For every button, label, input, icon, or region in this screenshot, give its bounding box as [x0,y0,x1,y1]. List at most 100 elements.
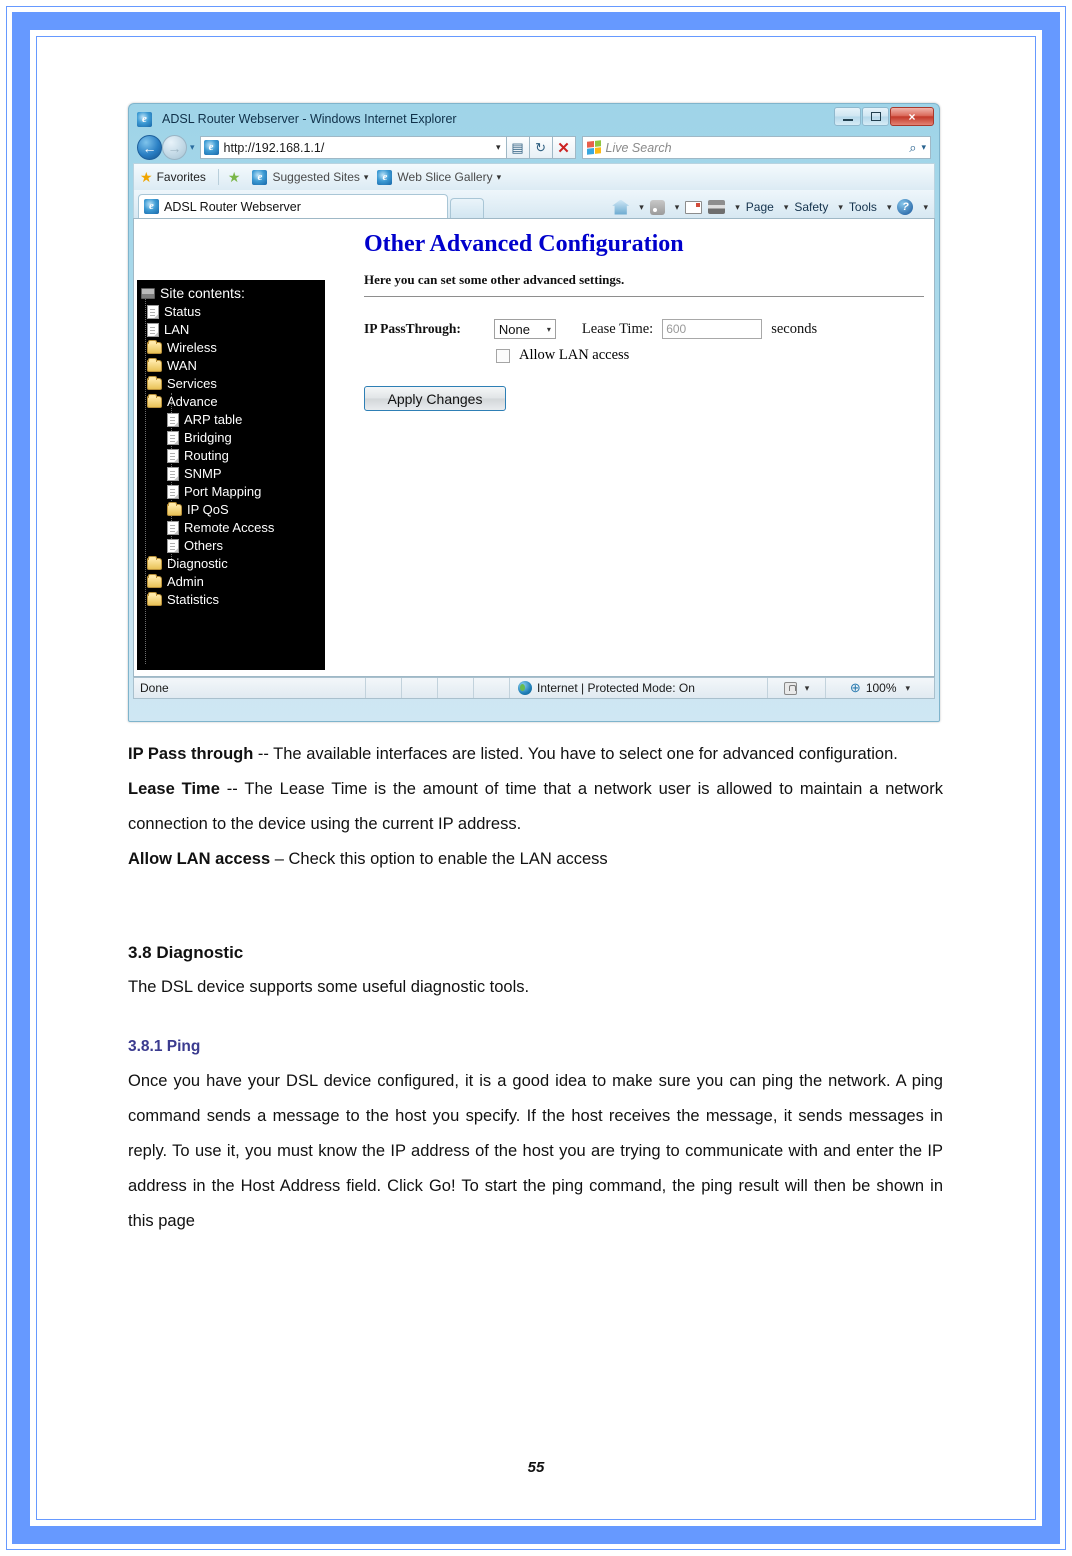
search-icon[interactable]: ⌕ [909,140,916,156]
close-button[interactable]: × [890,107,934,126]
sidebar-item-label: Port Mapping [184,484,262,499]
sidebar-item-diagnostic[interactable]: Diagnostic [141,555,325,573]
suggested-sites-label: Suggested Sites [272,170,360,184]
folder-icon [147,574,162,588]
help-icon[interactable]: ? [895,199,915,215]
allow-lan-access-checkbox[interactable] [496,348,510,363]
sidebar-item-arp-table[interactable]: ARP table [141,411,325,429]
page-menu-button[interactable]: Page [744,200,776,214]
allow-lan-access-row[interactable]: Allow LAN access [496,347,924,364]
search-placeholder: Live Search [605,140,672,155]
stop-icon[interactable]: ✕ [552,136,576,159]
chevron-down-icon[interactable]: ▾ [906,683,911,694]
compatibility-view-icon[interactable]: ▤ [506,136,530,159]
minimize-button[interactable] [834,107,861,126]
suggested-sites-icon: e [252,169,268,185]
sidebar-item-status[interactable]: Status [141,303,325,321]
web-slice-gallery-button[interactable]: e Web Slice Gallery ▾ [377,169,502,185]
sidebar-item-label: IP QoS [187,502,229,517]
mail-icon[interactable] [683,200,704,214]
lease-time-input[interactable]: 600 [662,319,763,339]
sidebar-item-lan[interactable]: LAN [141,321,325,339]
chevron-down-icon[interactable]: ▾ [364,172,369,183]
folder-open-icon [147,394,162,408]
folder-icon [147,376,162,390]
sidebar-item-services[interactable]: Services [141,375,325,393]
sidebar-item-statistics[interactable]: Statistics [141,591,325,609]
refresh-icon[interactable]: ↻ [529,136,553,159]
forward-button[interactable]: → [162,135,187,160]
star-icon: ★ [140,168,153,185]
folder-icon [147,358,162,372]
address-url-text: http://192.168.1.1/ [223,140,325,155]
sidebar-item-label: LAN [164,322,190,337]
new-tab-button[interactable] [450,198,484,218]
paragraph-allow-lan-access: Allow LAN access – Check this option to … [128,842,943,877]
page-icon [147,305,159,319]
page-description: Here you can set some other advanced set… [364,272,625,287]
sidebar-item-label: Wireless [167,340,217,355]
sidebar-item-remote-access[interactable]: Remote Access [141,519,325,537]
print-icon[interactable] [706,200,727,214]
sidebar-item-bridging[interactable]: Bridging [141,429,325,447]
ip-passthrough-select[interactable]: None ▾ [493,319,556,339]
apply-changes-button[interactable]: Apply Changes [364,386,506,411]
sidebar-item-label: Remote Access [184,520,275,535]
maximize-button[interactable] [862,107,889,126]
security-zone-indicator[interactable]: Internet | Protected Mode: On [510,678,768,698]
favorites-button[interactable]: ★ Favorites [140,169,206,186]
search-provider-caret[interactable]: ▾ [921,142,926,153]
address-dropdown-caret[interactable]: ▾ [496,142,503,153]
router-content-panel: Other Advanced Configuration Here you ca… [364,231,924,411]
search-input[interactable]: Live Search ⌕ ▾ [581,136,931,159]
tools-menu-button[interactable]: Tools [847,200,879,214]
page-chevron-down-icon[interactable]: ▾ [782,202,791,213]
page-icon [167,521,179,535]
recent-pages-caret[interactable]: ▾ [190,142,195,153]
zoom-level-label: 100% [865,681,897,695]
paragraph-ping: Once you have your DSL device configured… [128,1072,943,1230]
sidebar-item-ip-qos[interactable]: IP QoS [141,501,325,519]
statusbar-segment [474,678,510,698]
suggested-sites-button[interactable]: e Suggested Sites ▾ [252,169,369,185]
address-bar[interactable]: e http://192.168.1.1/ ▾ [199,136,507,159]
print-chevron-down-icon[interactable]: ▾ [733,202,742,213]
statusbar-segment [438,678,474,698]
chevron-down-icon[interactable]: ▾ [497,172,502,183]
feeds-chevron-down-icon[interactable]: ▾ [673,202,682,213]
paragraph-lease-time: Lease Time -- The Lease Time is the amou… [128,772,943,842]
folder-icon [147,556,162,570]
sidebar-item-label: SNMP [184,466,222,481]
feeds-icon[interactable] [648,199,667,215]
sidebar-item-advance[interactable]: Advance [141,393,325,563]
sidebar-item-label: Advance [167,394,218,409]
tab-adsl-router-webserver[interactable]: e ADSL Router Webserver [138,194,448,218]
statusbar-segment [366,678,402,698]
tools-chevron-down-icon[interactable]: ▾ [885,202,894,213]
home-icon[interactable] [610,199,631,215]
safety-menu-button[interactable]: Safety [792,200,830,214]
folder-icon [147,340,162,354]
back-button[interactable]: ← [137,135,162,160]
help-chevron-down-icon[interactable]: ▾ [921,202,930,213]
sidebar-item-admin[interactable]: Admin [141,573,325,591]
safety-chevron-down-icon[interactable]: ▾ [836,202,845,213]
sidebar-item-wireless[interactable]: Wireless [141,339,325,357]
chevron-down-icon: ▾ [546,324,551,334]
sidebar-item-routing[interactable]: Routing [141,447,325,465]
protected-mode-button[interactable]: ▾ [768,678,826,698]
sidebar-item-snmp[interactable]: SNMP [141,465,325,483]
sidebar-item-wan[interactable]: WAN [141,357,325,375]
sidebar-item-port-mapping[interactable]: Port Mapping [141,483,325,501]
sidebar-item-others[interactable]: Others [141,537,325,555]
favorites-label: Favorites [156,170,206,184]
add-to-favorites-bar-icon[interactable]: ★ [228,169,244,186]
statusbar-segment [402,678,438,698]
chevron-down-icon[interactable]: ▾ [805,683,810,694]
zoom-control[interactable]: ⊕ 100% ▾ [826,678,934,698]
term-allow-lan-access-text: – Check this option to enable the LAN ac… [270,850,608,868]
home-chevron-down-icon[interactable]: ▾ [637,202,646,213]
page-icon [147,323,159,337]
web-slice-icon: e [377,169,393,185]
